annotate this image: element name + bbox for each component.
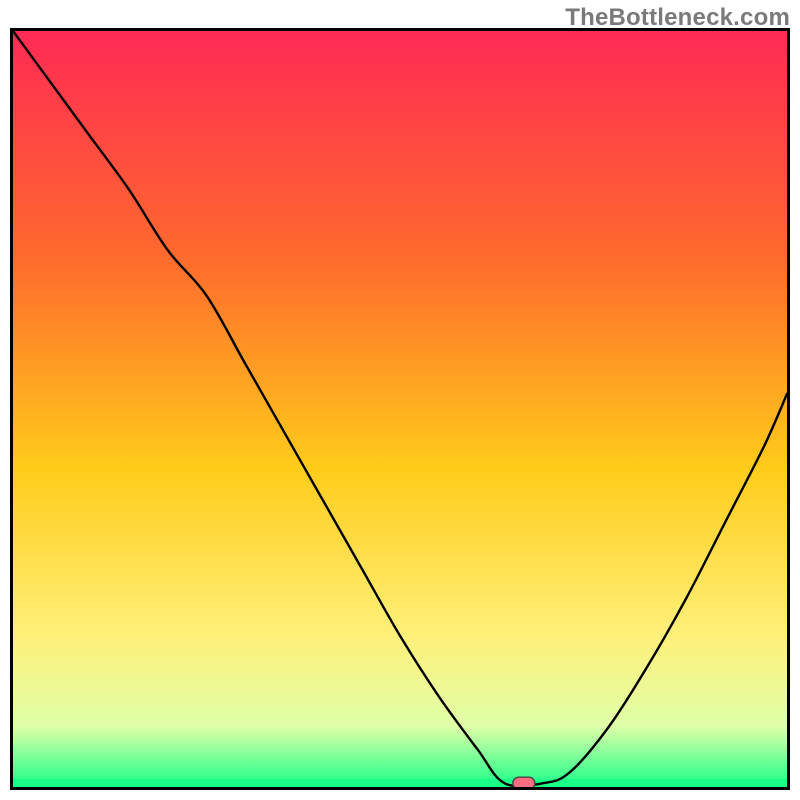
chart-plot-area	[10, 28, 790, 790]
chart-marker	[513, 777, 535, 787]
chart-svg	[13, 31, 787, 787]
chart-background	[13, 31, 787, 787]
chart-baseline-band	[13, 779, 787, 787]
